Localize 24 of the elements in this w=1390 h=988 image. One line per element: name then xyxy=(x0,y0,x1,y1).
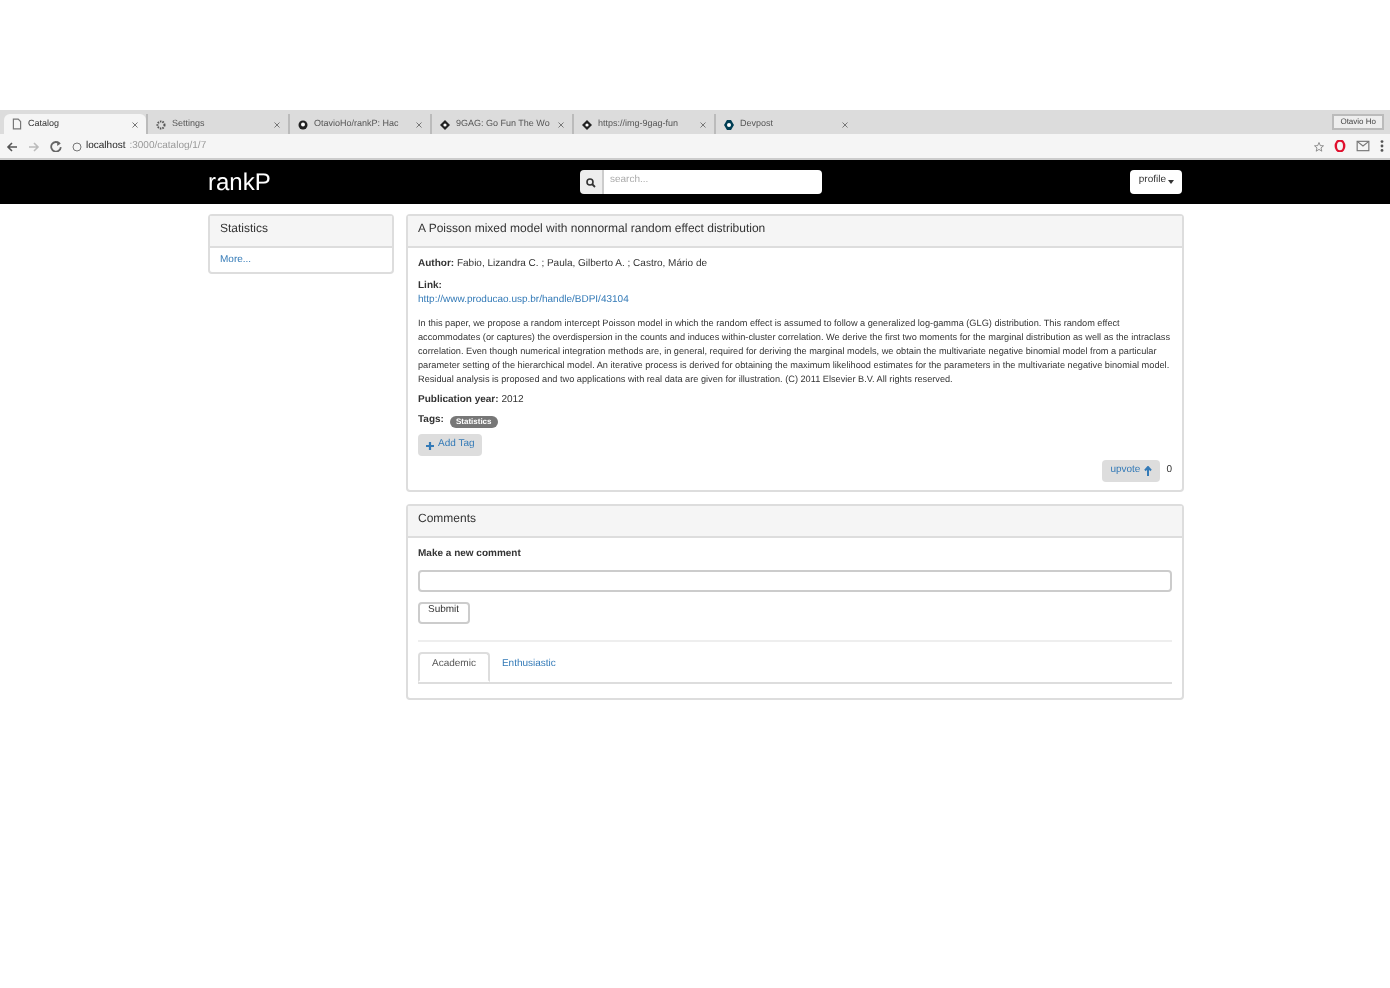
close-icon[interactable] xyxy=(558,121,564,127)
page-icon xyxy=(12,118,22,130)
brand-logo[interactable]: rankP xyxy=(208,164,580,200)
forward-icon[interactable] xyxy=(28,141,40,151)
circle-icon xyxy=(298,119,308,129)
star-icon[interactable] xyxy=(1314,141,1324,151)
caret-icon xyxy=(1168,180,1174,184)
arrow-up-icon xyxy=(1144,466,1153,476)
reload-icon[interactable] xyxy=(50,140,62,152)
comment-field[interactable] xyxy=(418,569,1172,591)
mail-icon[interactable] xyxy=(1356,140,1370,152)
gear-icon xyxy=(156,119,166,129)
hexagon-icon xyxy=(724,119,734,129)
opera-icon[interactable] xyxy=(1334,140,1346,152)
back-icon[interactable] xyxy=(6,141,18,151)
diamond-icon xyxy=(582,119,592,129)
close-icon[interactable] xyxy=(416,121,422,127)
search-icon xyxy=(586,177,596,187)
close-icon[interactable] xyxy=(842,121,848,127)
diamond-icon xyxy=(440,119,450,129)
plus-icon xyxy=(426,441,434,449)
close-icon[interactable] xyxy=(274,121,280,127)
close-icon[interactable] xyxy=(132,121,138,127)
close-icon[interactable] xyxy=(700,121,706,127)
